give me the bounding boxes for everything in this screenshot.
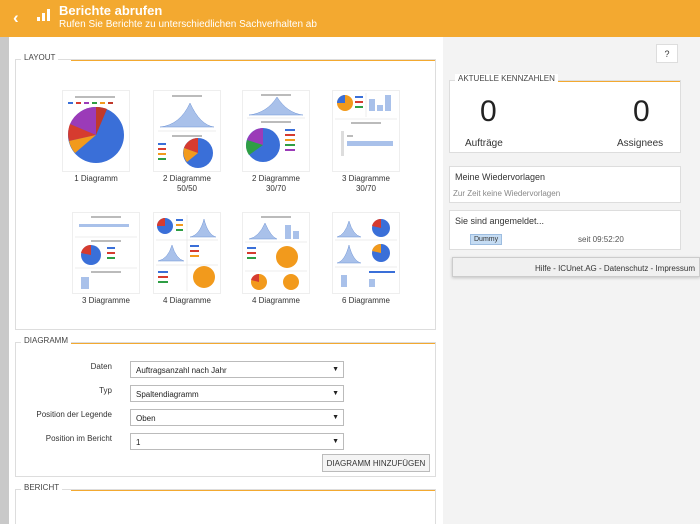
layout-option-3-thumbnail[interactable]	[242, 90, 310, 172]
add-diagram-button[interactable]: DIAGRAMM HINZUFÜGEN	[322, 454, 430, 472]
layout-section: LAYOUT 1 Diagramm 2 Diagramme 50/50 2 Di…	[15, 53, 436, 330]
layout-option-6-label: 4 Diagramme	[162, 296, 211, 305]
layout-option-8-label: 6 Diagramme	[341, 296, 390, 305]
data-field-label: Daten	[90, 362, 112, 371]
section-divider	[71, 490, 435, 491]
layout-option-5-label: 3 Diagramme	[81, 296, 130, 305]
layout-option-5-thumbnail[interactable]	[72, 212, 140, 294]
templates-title: Meine Wiedervorlagen	[455, 172, 546, 182]
header-bar: ‹ Berichte abrufen Rufen Sie Berichte zu…	[0, 0, 700, 37]
layout-option-8-thumbnail[interactable]	[332, 212, 400, 294]
layout-option-1-label: 1 Diagramm	[74, 174, 118, 183]
report-section-title: BERICHT	[21, 483, 63, 492]
layout-option-7-thumbnail[interactable]	[242, 212, 310, 294]
caret-down-icon: ▼	[332, 366, 339, 373]
section-divider	[71, 60, 435, 61]
session-box: Sie sind angemeldet... Dummy seit 09:52:…	[449, 210, 681, 250]
left-strip	[0, 37, 9, 524]
layout-option-4-thumbnail[interactable]	[332, 90, 400, 172]
type-field-label: Typ	[99, 386, 112, 395]
legend-position-label: Position der Legende	[36, 410, 112, 419]
data-select[interactable]: Auftragsanzahl nach Jahr ▼	[130, 361, 344, 378]
type-select-value: Spaltendiagramm	[136, 390, 199, 399]
assignees-count: 0	[633, 95, 650, 128]
data-select-value: Auftragsanzahl nach Jahr	[136, 366, 227, 375]
legend-position-select[interactable]: Oben ▼	[130, 409, 344, 426]
kpi-section: AKTUELLE KENNZAHLEN 0 Aufträge 0 Assigne…	[449, 74, 681, 153]
caret-down-icon: ▼	[332, 438, 339, 445]
main-panel: LAYOUT 1 Diagramm 2 Diagramme 50/50 2 Di…	[9, 37, 443, 524]
footer-links[interactable]: Hilfe - ICUnet.AG - Datenschutz - Impres…	[452, 257, 700, 277]
templates-box: Meine Wiedervorlagen Zur Zeit keine Wied…	[449, 166, 681, 203]
layout-option-2-thumbnail[interactable]	[153, 90, 221, 172]
session-title: Sie sind angemeldet...	[455, 216, 545, 226]
side-panel: ? AKTUELLE KENNZAHLEN 0 Aufträge 0 Assig…	[443, 37, 700, 524]
diagram-section-title: DIAGRAMM	[21, 336, 71, 345]
caret-down-icon: ▼	[332, 414, 339, 421]
layout-option-2-label: 2 Diagramme 50/50	[162, 174, 211, 193]
page-subtitle: Rufen Sie Berichte zu unterschiedlichen …	[59, 19, 317, 30]
diagram-section: DIAGRAMM Daten Auftragsanzahl nach Jahr …	[15, 336, 436, 477]
kpi-section-title: AKTUELLE KENNZAHLEN	[455, 74, 558, 83]
user-badge[interactable]: Dummy	[470, 234, 503, 245]
legend-position-value: Oben	[136, 414, 156, 423]
report-section: BERICHT	[15, 483, 436, 524]
assignees-label: Assignees	[617, 138, 664, 149]
layout-option-3-label: 2 Diagramme 30/70	[251, 174, 300, 193]
page-title: Berichte abrufen	[59, 3, 163, 18]
orders-count: 0	[480, 95, 497, 128]
layout-option-4-label: 3 Diagramme 30/70	[341, 174, 390, 193]
layout-section-title: LAYOUT	[21, 53, 59, 62]
back-button[interactable]: ‹	[13, 8, 19, 28]
orders-label: Aufträge	[465, 138, 503, 149]
layout-option-1-thumbnail[interactable]	[62, 90, 130, 172]
layout-option-6-thumbnail[interactable]	[153, 212, 221, 294]
caret-down-icon: ▼	[332, 390, 339, 397]
help-button[interactable]: ?	[656, 44, 678, 63]
section-divider	[550, 81, 680, 82]
bar-chart-icon	[37, 9, 51, 21]
layout-option-7-label: 4 Diagramme	[251, 296, 300, 305]
report-position-value: 1	[136, 438, 141, 447]
report-position-select[interactable]: 1 ▼	[130, 433, 344, 450]
section-divider	[71, 343, 435, 344]
templates-empty-text: Zur Zeit keine Wiedervorlagen	[453, 189, 561, 198]
report-position-label: Position im Bericht	[45, 434, 112, 443]
type-select[interactable]: Spaltendiagramm ▼	[130, 385, 344, 402]
session-time: seit 09:52:20	[578, 235, 624, 244]
